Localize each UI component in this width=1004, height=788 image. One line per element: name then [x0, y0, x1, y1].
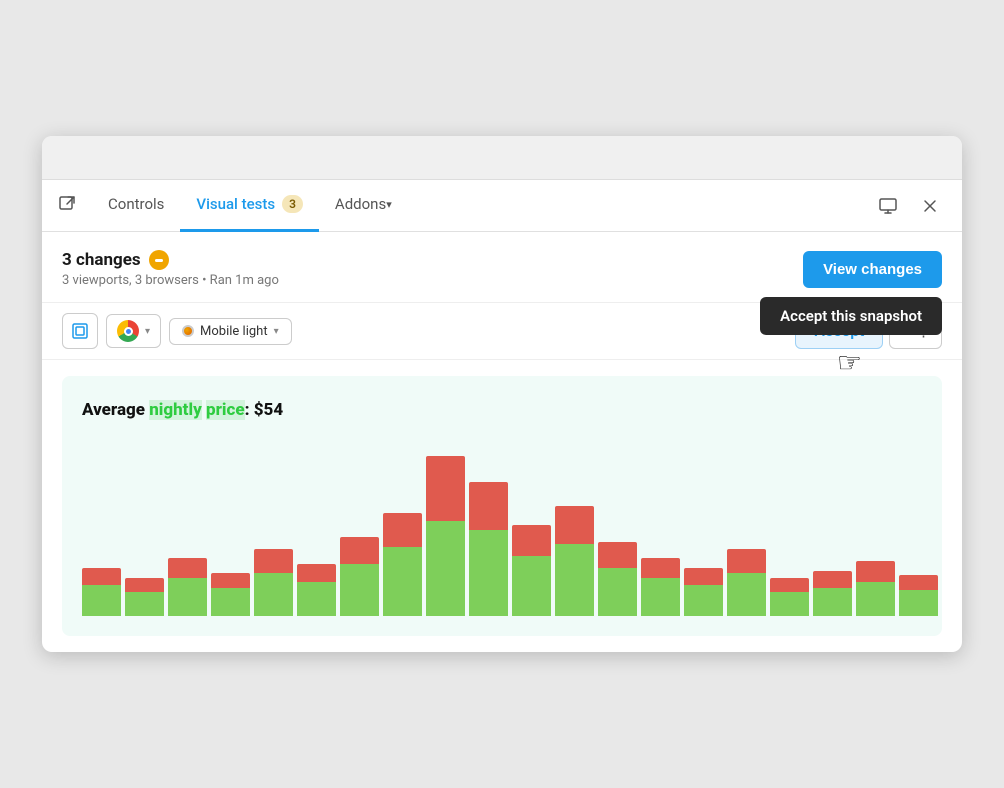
bar-bottom	[254, 573, 293, 616]
bar-top	[770, 578, 809, 592]
close-icon-btn[interactable]	[914, 190, 946, 222]
view-changes-button[interactable]: View changes	[803, 251, 942, 288]
visual-tests-badge: 3	[282, 195, 303, 213]
bar-group	[813, 436, 852, 616]
chrome-center	[124, 327, 133, 336]
chart-highlight-price: price	[206, 400, 245, 420]
bar-group	[770, 436, 809, 616]
bar-group	[254, 436, 293, 616]
chart-highlight-nightly: nightly	[149, 400, 202, 420]
bar-top	[383, 513, 422, 547]
changes-title: 3 changes	[62, 250, 279, 270]
bar-bottom	[512, 556, 551, 616]
bar-top	[168, 558, 207, 579]
bar-top	[813, 571, 852, 588]
viewport-chevron-icon: ▾	[274, 326, 279, 337]
bar-bottom	[770, 592, 809, 616]
viewport-label: Mobile light	[200, 324, 268, 339]
bar-top	[899, 575, 938, 590]
changes-bar: 3 changes 3 viewports, 3 browsers • Ran …	[42, 232, 962, 303]
bar-top	[340, 537, 379, 565]
bar-group	[856, 436, 895, 616]
bar-bottom	[383, 547, 422, 616]
bar-top	[641, 558, 680, 579]
bar-group	[598, 436, 637, 616]
bar-group	[340, 436, 379, 616]
bar-top	[555, 506, 594, 544]
addons-chevron-icon: ▾	[386, 198, 392, 211]
external-link-icon[interactable]	[58, 195, 76, 217]
bar-bottom	[168, 578, 207, 616]
bar-top	[469, 482, 508, 530]
bar-group	[727, 436, 766, 616]
bar-group	[641, 436, 680, 616]
chart-area: Average nightly price: $54	[62, 376, 942, 636]
bar-bottom	[82, 585, 121, 616]
bar-bottom	[727, 573, 766, 616]
tab-bar-right-controls	[872, 190, 946, 222]
bar-group	[555, 436, 594, 616]
changes-right-controls: View changes Accept this snapshot	[803, 251, 942, 288]
window-titlebar	[42, 136, 962, 180]
tab-addons[interactable]: Addons ▾	[319, 180, 408, 232]
bar-group	[82, 436, 121, 616]
bar-group	[684, 436, 723, 616]
bar-bottom	[340, 564, 379, 616]
viewport-dot-icon	[182, 325, 194, 337]
bar-bottom	[426, 521, 465, 616]
bar-bottom	[555, 544, 594, 616]
bar-top	[727, 549, 766, 573]
bar-bottom	[469, 530, 508, 616]
main-window: Controls Visual tests 3 Addons ▾	[42, 136, 962, 652]
chrome-icon	[117, 320, 139, 342]
monitor-icon-btn[interactable]	[872, 190, 904, 222]
bar-group	[426, 436, 465, 616]
bar-group	[125, 436, 164, 616]
bar-group	[211, 436, 250, 616]
bar-top	[211, 573, 250, 588]
tab-visual-tests[interactable]: Visual tests 3	[180, 180, 319, 232]
bar-group	[899, 436, 938, 616]
bar-top	[125, 578, 164, 592]
layers-icon-btn[interactable]	[62, 313, 98, 349]
chart-title: Average nightly price: $54	[82, 400, 922, 420]
browser-chevron-icon: ▾	[145, 326, 150, 337]
bar-top	[426, 456, 465, 521]
bar-bottom	[813, 588, 852, 616]
bar-top	[598, 542, 637, 568]
bar-group	[383, 436, 422, 616]
bars-container	[82, 436, 922, 616]
changes-status-dot	[149, 250, 169, 270]
bar-group	[469, 436, 508, 616]
bar-group	[297, 436, 336, 616]
bar-bottom	[598, 568, 637, 616]
bar-top	[254, 549, 293, 573]
bar-top	[856, 561, 895, 582]
bar-bottom	[125, 592, 164, 616]
changes-info: 3 changes 3 viewports, 3 browsers • Ran …	[62, 250, 279, 288]
bar-group	[512, 436, 551, 616]
cursor-hand-icon: ☞	[837, 346, 862, 379]
bar-bottom	[684, 585, 723, 616]
bar-top	[512, 525, 551, 556]
changes-subtitle: 3 viewports, 3 browsers • Ran 1m ago	[62, 273, 279, 288]
bar-top	[684, 568, 723, 585]
content-area: 3 changes 3 viewports, 3 browsers • Ran …	[42, 232, 962, 636]
browser-selector[interactable]: ▾	[106, 314, 161, 348]
bar-bottom	[211, 588, 250, 616]
bar-bottom	[856, 582, 895, 616]
bar-bottom	[641, 578, 680, 616]
bar-bottom	[899, 590, 938, 616]
tab-controls[interactable]: Controls	[92, 180, 180, 232]
tab-bar: Controls Visual tests 3 Addons ▾	[42, 180, 962, 232]
bar-group	[168, 436, 207, 616]
bar-bottom	[297, 582, 336, 616]
bar-top	[297, 564, 336, 581]
bar-top	[82, 568, 121, 585]
dot-inner	[155, 259, 163, 262]
accept-snapshot-tooltip[interactable]: Accept this snapshot	[760, 297, 942, 335]
viewport-selector[interactable]: Mobile light ▾	[169, 318, 292, 345]
